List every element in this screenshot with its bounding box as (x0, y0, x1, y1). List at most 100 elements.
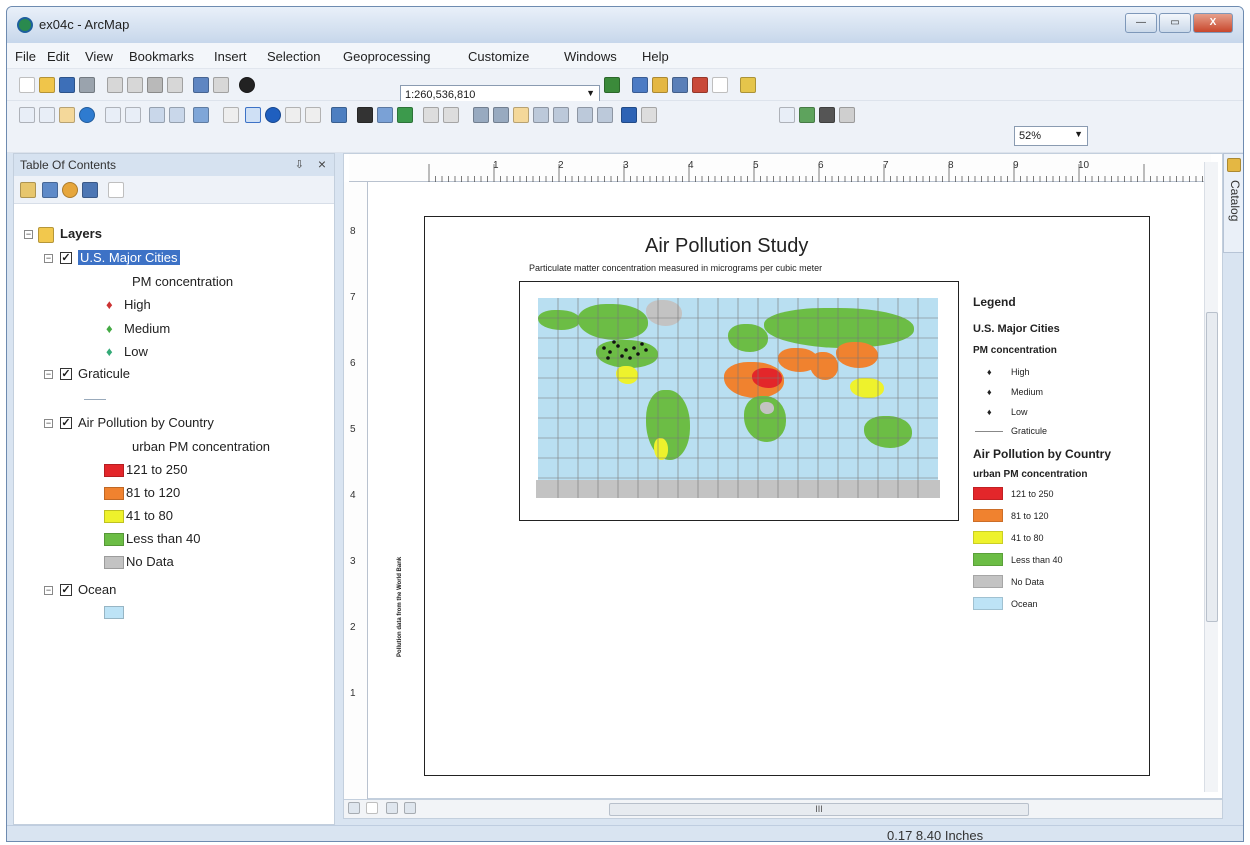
select-features-icon[interactable] (193, 107, 209, 123)
list-by-source-icon[interactable] (42, 182, 58, 198)
collapse-icon[interactable]: − (44, 370, 53, 379)
go-back-extent-icon[interactable] (621, 107, 637, 123)
menu-geoprocessing[interactable]: Geoprocessing (343, 49, 430, 64)
toc-options-icon[interactable] (108, 182, 124, 198)
collapse-icon[interactable]: − (44, 419, 53, 428)
arctoolbox-icon[interactable] (692, 77, 708, 93)
redo-icon[interactable] (213, 77, 229, 93)
fixed-layout-zoom-in-icon[interactable] (577, 107, 593, 123)
pan-icon[interactable] (59, 107, 75, 123)
paste-icon[interactable] (147, 77, 163, 93)
add-data-icon[interactable] (239, 77, 255, 93)
layer-graticule[interactable]: Graticule (78, 366, 130, 381)
toggle-draft-mode-icon[interactable] (779, 107, 795, 123)
ocean-visibility-checkbox[interactable]: ✓ (60, 584, 72, 596)
python-window-icon[interactable] (712, 77, 728, 93)
close-icon[interactable]: × (318, 156, 326, 172)
editor-toolbar-icon[interactable] (604, 77, 620, 93)
menu-customize[interactable]: Customize (468, 49, 529, 64)
list-by-selection-icon[interactable] (82, 182, 98, 198)
time-slider-icon[interactable] (423, 107, 439, 123)
layer-ocean[interactable]: Ocean (78, 582, 116, 597)
horizontal-scrollbar[interactable]: III (343, 799, 1223, 819)
pause-drawing-icon[interactable] (404, 802, 416, 814)
menu-bookmarks[interactable]: Bookmarks (129, 49, 194, 64)
layer-us-major-cities[interactable]: U.S. Major Cities (78, 250, 180, 265)
go-to-xy-icon[interactable] (397, 107, 413, 123)
pin-icon[interactable]: ⇩ (295, 158, 304, 171)
menu-help[interactable]: Help (642, 49, 669, 64)
menu-view[interactable]: View (85, 49, 113, 64)
zoom-whole-page-icon[interactable] (533, 107, 549, 123)
full-extent-icon[interactable] (79, 107, 95, 123)
layout-zoom-dropdown[interactable]: 52% ▼ (1014, 126, 1088, 146)
layout-title[interactable]: Air Pollution Study (645, 235, 808, 258)
menu-edit[interactable]: Edit (47, 49, 69, 64)
list-by-drawing-order-icon[interactable] (20, 182, 36, 198)
find-icon[interactable] (357, 107, 373, 123)
collapse-icon[interactable]: − (24, 230, 33, 239)
change-layout-icon[interactable] (819, 107, 835, 123)
minimize-button[interactable]: — (1125, 13, 1157, 33)
cut-icon[interactable] (107, 77, 123, 93)
zoom-in-icon[interactable] (19, 107, 35, 123)
maximize-button[interactable]: ▭ (1159, 13, 1191, 33)
menu-file[interactable]: File (15, 49, 36, 64)
layout-pan-icon[interactable] (513, 107, 529, 123)
catalog-icon[interactable] (652, 77, 668, 93)
measure-icon[interactable] (331, 107, 347, 123)
back-extent-icon[interactable] (149, 107, 165, 123)
copy-icon[interactable] (127, 77, 143, 93)
country-visibility-checkbox[interactable]: ✓ (60, 417, 72, 429)
table-icon[interactable] (632, 77, 648, 93)
vertical-scrollbar[interactable] (1204, 162, 1218, 792)
refresh-icon[interactable] (386, 802, 398, 814)
delete-icon[interactable] (167, 77, 183, 93)
layout-subtitle[interactable]: Particulate matter concentration measure… (529, 263, 822, 273)
close-button[interactable]: X (1193, 13, 1233, 33)
create-viewer-icon[interactable] (443, 107, 459, 123)
legend-swatch (973, 575, 1003, 588)
graticule-visibility-checkbox[interactable]: ✓ (60, 368, 72, 380)
zoom-100-icon[interactable] (553, 107, 569, 123)
fixed-zoom-in-icon[interactable] (105, 107, 121, 123)
hyperlink-icon[interactable] (285, 107, 301, 123)
open-folder-icon[interactable] (39, 77, 55, 93)
layout-view-icon[interactable] (366, 802, 378, 814)
collapse-icon[interactable]: − (44, 586, 53, 595)
layout-zoom-out-icon[interactable] (493, 107, 509, 123)
layout-zoom-in-icon[interactable] (473, 107, 489, 123)
clear-selection-icon[interactable] (223, 107, 239, 123)
list-by-visibility-icon[interactable] (62, 182, 78, 198)
data-frame-layers[interactable]: Layers (60, 226, 102, 241)
horizontal-scroll-thumb[interactable]: III (609, 803, 1029, 816)
search-window-icon[interactable] (672, 77, 688, 93)
menu-selection[interactable]: Selection (267, 49, 320, 64)
cities-visibility-checkbox[interactable]: ✓ (60, 252, 72, 264)
focus-data-frame-icon[interactable] (799, 107, 815, 123)
data-driven-pages-icon[interactable] (839, 107, 855, 123)
data-frame[interactable] (519, 281, 959, 521)
layout-view[interactable]: 1 2 3 4 5 6 7 8 9 10 8 7 6 5 4 3 2 1 Air… (343, 153, 1223, 800)
select-elements-icon[interactable] (245, 107, 261, 123)
fixed-zoom-out-icon[interactable] (125, 107, 141, 123)
find-route-icon[interactable] (377, 107, 393, 123)
forward-extent-icon[interactable] (169, 107, 185, 123)
print-icon[interactable] (79, 77, 95, 93)
fixed-layout-zoom-out-icon[interactable] (597, 107, 613, 123)
undo-icon[interactable] (193, 77, 209, 93)
menu-insert[interactable]: Insert (214, 49, 247, 64)
data-view-icon[interactable] (348, 802, 360, 814)
menu-windows[interactable]: Windows (564, 49, 617, 64)
layer-air-pollution-by-country[interactable]: Air Pollution by Country (78, 415, 214, 430)
catalog-tab[interactable]: Catalog (1223, 153, 1243, 253)
html-popup-icon[interactable] (305, 107, 321, 123)
new-document-icon[interactable] (19, 77, 35, 93)
collapse-icon[interactable]: − (44, 254, 53, 263)
zoom-out-icon[interactable] (39, 107, 55, 123)
vertical-scroll-thumb[interactable] (1206, 312, 1218, 622)
save-icon[interactable] (59, 77, 75, 93)
go-forward-extent-icon[interactable] (641, 107, 657, 123)
identify-icon[interactable] (265, 107, 281, 123)
model-builder-icon[interactable] (740, 77, 756, 93)
